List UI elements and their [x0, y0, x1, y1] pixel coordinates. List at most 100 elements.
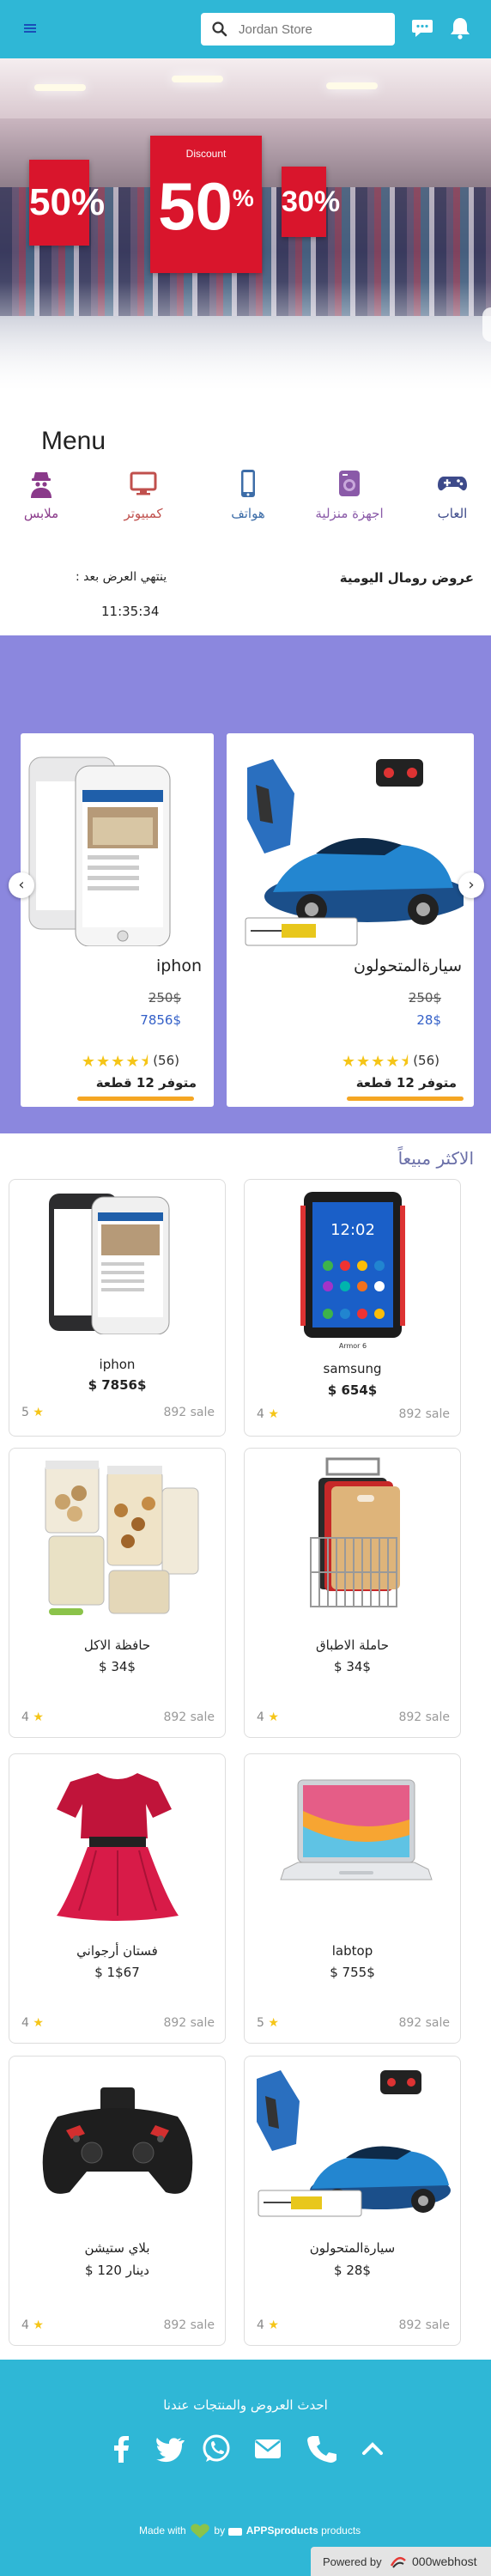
product-card[interactable]: حافظة الاكل $ 34$ 4 ★ 892 sale [9, 1448, 226, 1738]
category-appliances[interactable]: اجهزة منزلية [311, 469, 388, 521]
star-icon: ★ [268, 2318, 279, 2332]
product-name[interactable]: samsung [245, 1361, 460, 1376]
review-count: (56) [413, 1053, 439, 1068]
carousel-next-button[interactable]: › [458, 872, 484, 898]
product-card[interactable]: سيارةالمتحولون $ 28$ 4 ★ 892 sale [244, 2056, 461, 2346]
category-clothing[interactable]: ملابس [3, 469, 80, 521]
heart-icon [191, 2524, 209, 2538]
product-rating: 4 ★ [257, 1710, 279, 1724]
product-image [245, 759, 464, 946]
countdown-timer: 11:35:34 [101, 604, 160, 619]
phone-icon [241, 470, 255, 497]
rating-stars: ★★★★⯨ [81, 1053, 149, 1071]
product-image [48, 1194, 169, 1334]
product-name[interactable]: بلاي ستيشن [9, 2240, 225, 2256]
appliance-icon [339, 471, 360, 496]
sales-count: 892 sale [163, 1406, 215, 1419]
clothing-icon [31, 472, 52, 498]
daily-deals-title: عروض رومال اليومية [339, 570, 474, 586]
star-icon: ★ [33, 1406, 44, 1419]
bell-icon[interactable] [448, 15, 472, 40]
product-card[interactable]: labtop $ 755$ 5 ★ 892 sale [244, 1753, 461, 2044]
gamepad-icon [438, 477, 467, 491]
old-price: 250$ [148, 990, 181, 1005]
apps-logo-icon [228, 2528, 243, 2536]
product-image [45, 1461, 198, 1615]
search-icon[interactable] [211, 21, 228, 38]
product-price: $ 120 دينار [85, 2263, 149, 2278]
ceiling-light [172, 76, 223, 82]
facebook-icon[interactable] [105, 2432, 139, 2466]
carousel-handle[interactable] [482, 307, 491, 342]
carousel-prev-button[interactable]: ‹ [9, 872, 34, 898]
stock-bar [77, 1097, 194, 1101]
product-rating: 4 ★ [21, 2016, 44, 2030]
deal-card[interactable]: iphon 250$ 7856$ ★★★★⯨ (56) متوفر 12 قطع… [21, 733, 214, 1107]
menu-icon[interactable] [21, 19, 39, 38]
product-name[interactable]: حافظة الاكل [9, 1637, 225, 1653]
product-image [28, 756, 171, 946]
category-label: ملابس [23, 506, 59, 521]
deals-carousel: سيارةالمتحولون 250$ 28$ ★★★★⯨ (56) متوفر… [0, 635, 491, 1133]
sales-count: 892 sale [398, 2318, 450, 2332]
sales-count: 892 sale [163, 1710, 215, 1724]
product-card[interactable]: iphon $ 7856$ 5 ★ 892 sale [9, 1179, 226, 1437]
hero-fade [0, 282, 491, 410]
star-icon: ★ [268, 2016, 279, 2030]
product-card[interactable]: بلاي ستيشن $ 120 دينار 4 ★ 892 sale [9, 2056, 226, 2346]
category-phones[interactable]: هواتف [209, 469, 287, 521]
search-box[interactable] [201, 13, 395, 46]
ceiling-light [326, 82, 378, 89]
sale-sign: 50% [29, 160, 105, 246]
product-rating: 4 ★ [257, 2318, 279, 2332]
product-card[interactable]: 12:02 Armor 6 samsung $ 654$ 4 ★ 892 sal… [244, 1179, 461, 1437]
product-price: $ 654$ [327, 1382, 378, 1398]
product-rating: 4 ★ [257, 1407, 279, 1421]
product-image [42, 2087, 192, 2194]
product-name[interactable]: iphon [156, 957, 202, 975]
sale-sign: 30% [282, 167, 340, 237]
product-image [56, 1773, 179, 1921]
category-label: كمبيوتر [124, 506, 163, 521]
product-price: $ 1$67 [94, 1965, 140, 1980]
category-computers[interactable]: كمبيوتر [105, 469, 182, 521]
product-name[interactable]: labtop [245, 1943, 460, 1959]
category-label: العاب [437, 506, 468, 521]
svg-text:Armor 6: Armor 6 [338, 1342, 366, 1350]
mail-icon[interactable] [251, 2432, 285, 2466]
twitter-icon[interactable] [151, 2432, 185, 2466]
star-icon: ★ [33, 2016, 44, 2030]
footer: احدث العروض والمنتجات عندنا Made with by… [0, 2360, 491, 2576]
star-icon: ★ [33, 2318, 44, 2332]
old-price: 250$ [408, 990, 441, 1005]
product-name[interactable]: فستان أرجواني [9, 1943, 225, 1959]
hero-banner[interactable]: 50% Discount 50% 30% [0, 58, 491, 410]
category-label: هواتف [231, 506, 265, 521]
product-rating: 4 ★ [21, 1710, 44, 1724]
category-label: اجهزة منزلية [315, 506, 384, 521]
star-icon: ★ [33, 1710, 44, 1724]
sales-count: 892 sale [163, 2318, 215, 2332]
product-name[interactable]: حاملة الاطباق [245, 1637, 460, 1653]
category-games[interactable]: العاب [414, 469, 491, 521]
sales-count: 892 sale [398, 1407, 450, 1421]
top-bar [0, 0, 491, 58]
powered-by-badge[interactable]: Powered by 000webhost [311, 2547, 491, 2576]
new-price: 7856$ [140, 1012, 181, 1028]
product-name[interactable]: سيارةالمتحولون [354, 957, 462, 975]
review-count: (56) [153, 1053, 179, 1068]
deal-card[interactable]: سيارةالمتحولون 250$ 28$ ★★★★⯨ (56) متوفر… [227, 733, 474, 1107]
search-input[interactable] [239, 18, 389, 40]
star-icon: ★ [268, 1407, 279, 1421]
product-card[interactable]: حاملة الاطباق $ 34$ 4 ★ 892 sale [244, 1448, 461, 1738]
computer-icon [130, 471, 157, 495]
product-card[interactable]: فستان أرجواني $ 1$67 4 ★ 892 sale [9, 1753, 226, 2044]
product-name[interactable]: iphon [9, 1357, 225, 1372]
chat-icon[interactable] [410, 15, 434, 40]
star-icon: ★ [268, 1710, 279, 1724]
product-name[interactable]: سيارةالمتحولون [245, 2240, 460, 2256]
whatsapp-icon[interactable] [199, 2432, 233, 2466]
sales-count: 892 sale [398, 2016, 450, 2030]
phone-call-icon[interactable] [304, 2432, 338, 2466]
chevron-up-icon[interactable] [355, 2432, 390, 2466]
